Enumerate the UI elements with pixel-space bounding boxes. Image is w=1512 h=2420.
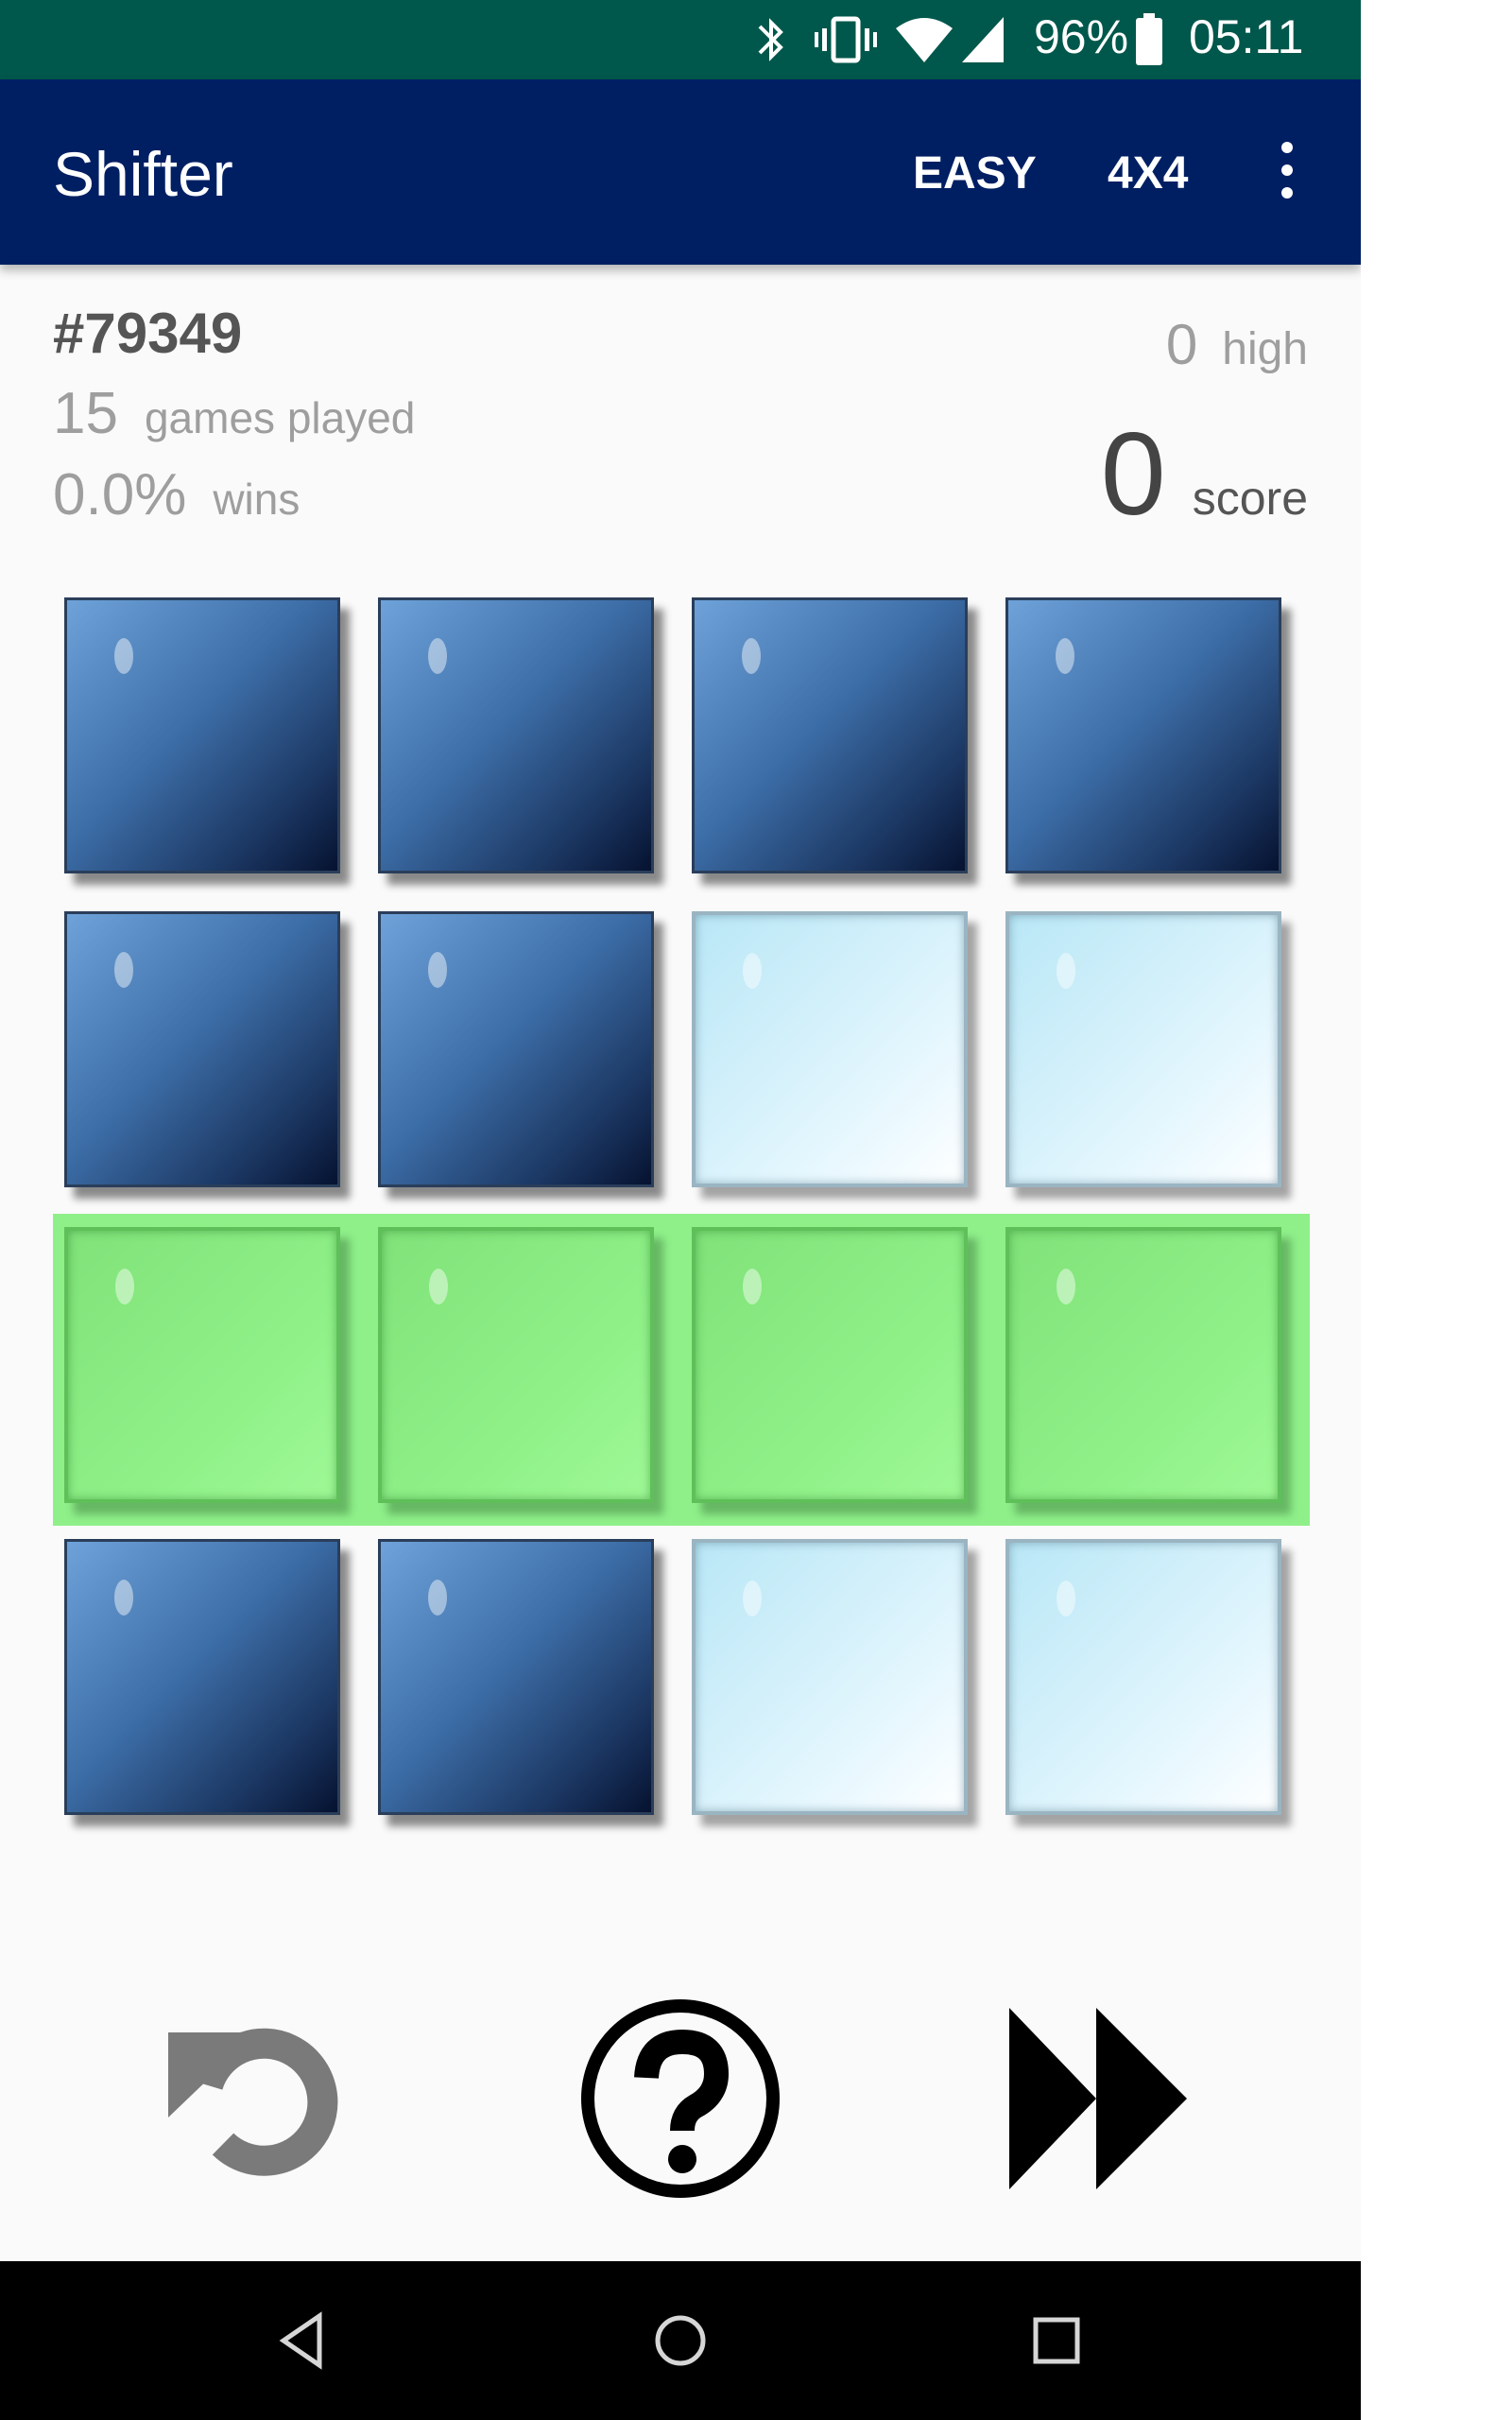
- recents-icon[interactable]: [1026, 2310, 1087, 2371]
- tile-r1-c1[interactable]: [64, 597, 340, 873]
- tile-r3-c3[interactable]: [692, 1227, 968, 1503]
- back-icon[interactable]: [274, 2310, 335, 2371]
- tile-r4-c1[interactable]: [64, 1539, 340, 1815]
- wifi-icon: [896, 18, 953, 62]
- undo-icon[interactable]: [159, 1995, 367, 2203]
- skip-forward-icon[interactable]: [994, 1995, 1202, 2203]
- screen-margin: [1361, 0, 1512, 2420]
- tile-r4-c2[interactable]: [378, 1539, 654, 1815]
- wins-value: 0.0%: [53, 462, 187, 527]
- app-bar: Shifter EASY 4X4: [0, 79, 1361, 265]
- status-bar: 96% 05:11: [0, 0, 1361, 79]
- games-played-label: games played: [144, 393, 416, 442]
- system-nav-bar: [0, 2261, 1361, 2420]
- tile-r4-c4[interactable]: [1005, 1539, 1281, 1815]
- help-icon[interactable]: [576, 1995, 784, 2203]
- wins-stat: 0.0% wins: [53, 461, 300, 528]
- tile-r2-c1[interactable]: [64, 911, 340, 1187]
- tile-r3-c1[interactable]: [64, 1227, 340, 1503]
- tile-r1-c4[interactable]: [1005, 597, 1281, 873]
- high-score-label: high: [1222, 324, 1308, 374]
- difficulty-button[interactable]: EASY: [913, 147, 1037, 199]
- tile-r2-c4[interactable]: [1005, 911, 1281, 1187]
- score-label: score: [1192, 472, 1308, 525]
- home-icon[interactable]: [650, 2310, 711, 2371]
- tile-r2-c2[interactable]: [378, 911, 654, 1187]
- tile-r1-c2[interactable]: [378, 597, 654, 873]
- battery-percent: 96%: [1034, 10, 1129, 63]
- games-played-value: 15: [53, 381, 118, 446]
- battery-icon: [1136, 13, 1162, 65]
- vibrate-icon: [815, 16, 877, 63]
- more-vert-icon[interactable]: [1276, 142, 1298, 199]
- tile-r1-c3[interactable]: [692, 597, 968, 873]
- tile-r2-c3[interactable]: [692, 911, 968, 1187]
- wins-label: wins: [213, 475, 301, 524]
- board-size-button[interactable]: 4X4: [1108, 147, 1188, 199]
- score-value: 0: [1100, 409, 1166, 540]
- high-score-value: 0: [1165, 313, 1198, 376]
- tile-r3-c2[interactable]: [378, 1227, 654, 1503]
- bluetooth-icon: [758, 18, 783, 61]
- clock: 05:11: [1189, 10, 1304, 63]
- app-title: Shifter: [53, 139, 233, 209]
- tile-r3-c4[interactable]: [1005, 1227, 1281, 1503]
- app-screen: 96% 05:11 Shifter EASY 4X4 #79349 15 game…: [0, 0, 1361, 2420]
- puzzle-id: #79349: [53, 302, 243, 365]
- current-score: 0 score: [1101, 416, 1308, 533]
- cell-signal-icon: [962, 17, 1004, 62]
- tile-r4-c3[interactable]: [692, 1539, 968, 1815]
- high-score: 0 high: [1166, 312, 1308, 377]
- games-played-stat: 15 games played: [53, 380, 415, 447]
